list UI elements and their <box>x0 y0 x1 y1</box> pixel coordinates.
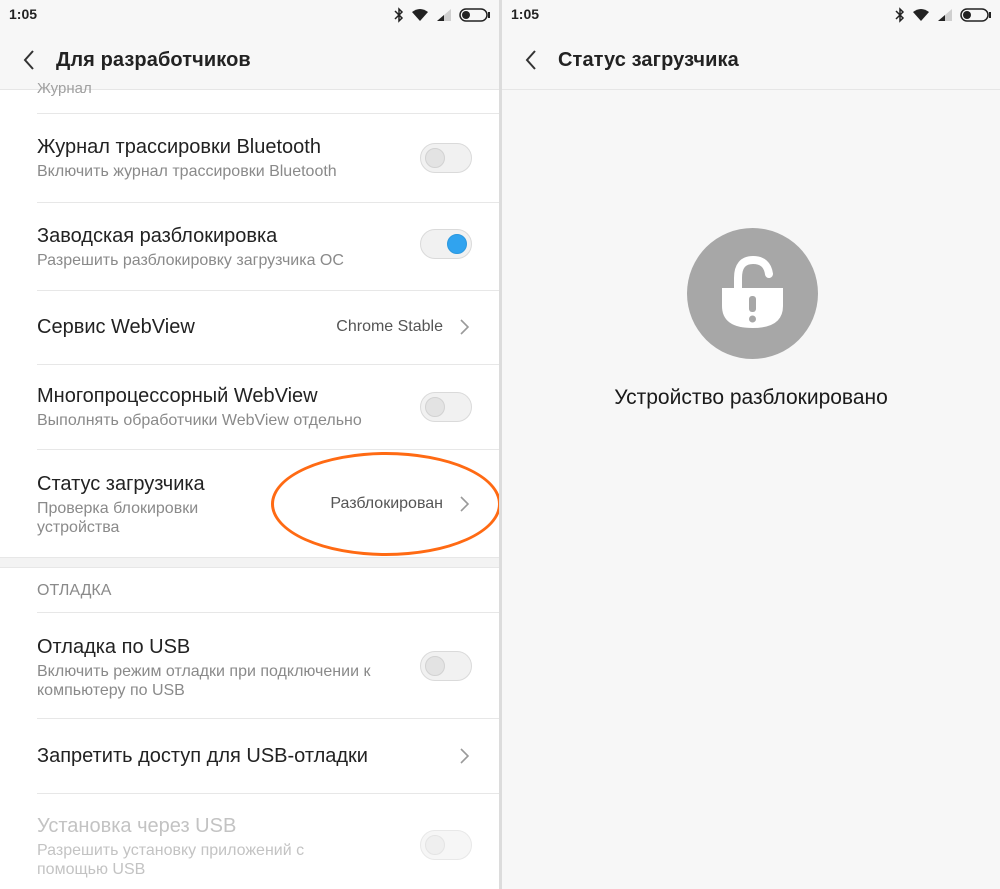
setting-subtitle-line2: устройства <box>37 519 120 536</box>
bootloader-status-screen: 1:05 Статус загрузчика <box>502 0 1000 889</box>
unlocked-padlock-icon <box>722 255 783 328</box>
setting-install-via-usb: Установка через USB Разрешить установку … <box>0 794 499 889</box>
setting-title: Запретить доступ для USB-отладки <box>37 745 368 767</box>
setting-multiprocess-webview[interactable]: Многопроцессорный WebView Выполнять обра… <box>0 365 499 450</box>
setting-subtitle-line1: Разрешить установку приложений с <box>37 842 305 859</box>
setting-subtitle: Выполнять обработчики WebView отдельно <box>37 412 362 429</box>
setting-title: Многопроцессорный WebView <box>37 385 318 407</box>
signal-icon <box>437 9 451 21</box>
setting-webview-service[interactable]: Сервис WebView Chrome Stable <box>0 291 499 365</box>
setting-title: Отладка по USB <box>37 636 191 658</box>
setting-usb-debugging[interactable]: Отладка по USB Включить режим отладки пр… <box>0 613 499 719</box>
setting-oem-unlock[interactable]: Заводская разблокировка Разрешить разбло… <box>0 203 499 291</box>
clipped-item <box>0 90 499 114</box>
back-button[interactable] <box>16 47 42 73</box>
page-title: Для разработчиков <box>56 49 251 71</box>
setting-subtitle: Включить журнал трассировки Bluetooth <box>37 163 337 180</box>
oem-unlock-toggle[interactable] <box>420 229 472 259</box>
bootloader-status-message: Устройство разблокировано <box>614 386 888 409</box>
bluetooth-trace-toggle[interactable] <box>420 143 472 173</box>
chevron-right-icon <box>460 496 470 512</box>
setting-revoke-usb-debugging[interactable]: Запретить доступ для USB-отладки <box>0 719 499 794</box>
bootloader-status-value: Разблокирован <box>330 495 443 512</box>
setting-title: Сервис WebView <box>37 316 195 338</box>
setting-title: Установка через USB <box>37 815 237 837</box>
multiprocess-webview-toggle[interactable] <box>420 392 472 422</box>
section-divider <box>0 557 499 568</box>
developer-options-screen: 1:05 Для разработчиков Журнал Журнал тра… <box>0 0 499 889</box>
usb-debugging-toggle[interactable] <box>420 651 472 681</box>
back-button[interactable] <box>518 47 544 73</box>
setting-title: Журнал трассировки Bluetooth <box>37 136 321 158</box>
status-time: 1:05 <box>9 6 38 22</box>
setting-title: Заводская разблокировка <box>37 225 278 247</box>
signal-icon <box>938 9 952 21</box>
settings-list: Журнал Журнал трассировки Bluetooth Вклю… <box>0 80 499 889</box>
battery-icon <box>459 8 490 22</box>
section-header-row <box>0 568 499 613</box>
setting-subtitle: Разрешить разблокировку загрузчика ОС <box>37 252 344 269</box>
setting-subtitle-line2: помощью USB <box>37 861 146 878</box>
status-time: 1:05 <box>511 6 540 22</box>
chevron-right-icon <box>460 319 470 335</box>
setting-subtitle-line2: компьютеру по USB <box>37 682 185 699</box>
status-icons <box>394 7 491 23</box>
setting-bootloader-status[interactable]: Статус загрузчика Проверка блокировки ус… <box>0 450 499 557</box>
bluetooth-icon <box>394 7 404 23</box>
app-bar: Статус загрузчика <box>502 30 1000 90</box>
install-via-usb-toggle <box>420 830 472 860</box>
setting-subtitle-line1: Включить режим отладки при подключении к <box>37 663 371 680</box>
bluetooth-icon <box>895 7 905 23</box>
chevron-right-icon <box>460 748 470 764</box>
setting-title: Статус загрузчика <box>37 473 205 495</box>
wifi-icon <box>913 9 929 21</box>
back-arrow-icon <box>525 50 536 70</box>
wifi-icon <box>412 9 428 21</box>
back-arrow-icon <box>23 50 34 70</box>
status-icons <box>895 7 992 23</box>
setting-value: Chrome Stable <box>336 318 443 335</box>
status-bar: 1:05 <box>0 0 499 30</box>
setting-bluetooth-trace[interactable]: Журнал трассировки Bluetooth Включить жу… <box>0 114 499 203</box>
battery-icon <box>960 8 991 22</box>
setting-subtitle-line1: Проверка блокировки <box>37 500 199 517</box>
status-bar: 1:05 <box>502 0 1000 30</box>
lock-status-badge <box>687 228 818 359</box>
page-title: Статус загрузчика <box>558 49 739 71</box>
